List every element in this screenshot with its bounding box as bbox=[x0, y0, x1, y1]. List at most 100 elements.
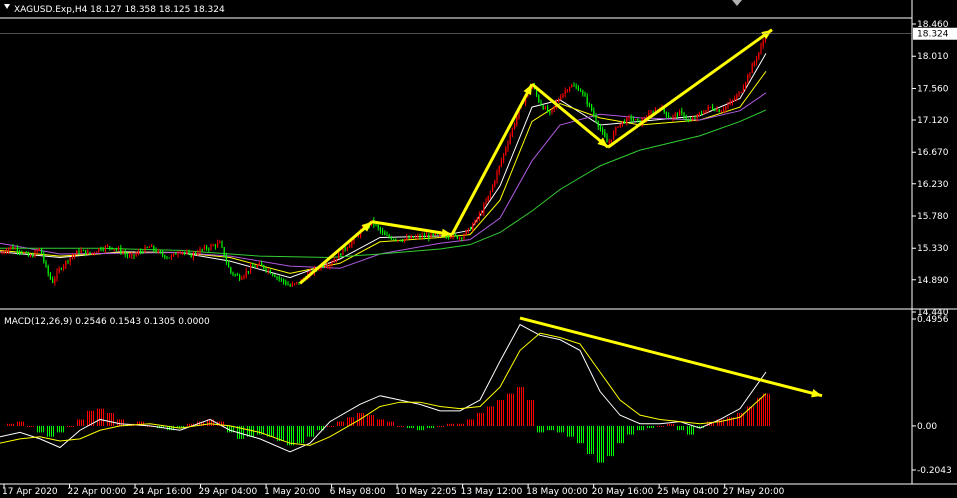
macd-bar bbox=[357, 412, 358, 426]
macd-bar bbox=[439, 425, 440, 427]
macd-bar bbox=[529, 400, 530, 426]
candle-body bbox=[562, 93, 564, 98]
candle-body bbox=[19, 251, 21, 253]
macd-bar bbox=[679, 425, 680, 431]
chart-canvas[interactable]: 18.46018.01017.56017.12016.67016.23015.7… bbox=[0, 0, 957, 498]
candle-body bbox=[146, 247, 148, 249]
candle-body bbox=[430, 233, 432, 238]
candle-body bbox=[701, 113, 703, 115]
candle-body bbox=[30, 255, 32, 257]
candle-body bbox=[206, 246, 208, 249]
macd-bar bbox=[293, 425, 294, 446]
macd-bar bbox=[481, 412, 482, 426]
macd-bar bbox=[121, 419, 122, 426]
candle-body bbox=[445, 236, 447, 238]
candle-body bbox=[670, 117, 672, 119]
candle-body bbox=[694, 118, 696, 120]
candle-body bbox=[448, 236, 450, 238]
macd-bar bbox=[309, 425, 310, 437]
macd-bar bbox=[517, 387, 518, 426]
candle-body bbox=[203, 246, 205, 250]
macd-bar bbox=[273, 425, 274, 437]
candle-body bbox=[762, 41, 764, 46]
candle-body bbox=[294, 283, 296, 285]
candle-body bbox=[137, 251, 139, 254]
candle-body bbox=[113, 249, 115, 251]
time-tick-label: 22 Apr 00:00 bbox=[68, 487, 127, 497]
candle-body bbox=[162, 252, 164, 256]
macd-bar bbox=[477, 412, 478, 426]
macd-bar bbox=[457, 423, 458, 426]
macd-bar bbox=[611, 425, 612, 457]
macd-tick-label: 0.4956 bbox=[917, 315, 949, 325]
candle-body bbox=[481, 212, 483, 215]
macd-bar bbox=[593, 425, 594, 454]
macd-bar bbox=[387, 421, 388, 426]
price-pane[interactable] bbox=[0, 0, 957, 485]
macd-bar bbox=[557, 425, 558, 433]
candle-body bbox=[232, 272, 234, 275]
macd-bar bbox=[499, 400, 500, 426]
macd-histogram bbox=[7, 387, 770, 463]
candle-body bbox=[173, 253, 175, 256]
macd-bar bbox=[213, 419, 214, 426]
macd-bar bbox=[397, 425, 398, 427]
candle-body bbox=[720, 111, 722, 113]
macd-bar bbox=[49, 425, 50, 437]
candle-body bbox=[245, 271, 247, 276]
candle-body bbox=[564, 90, 566, 94]
macd-bar bbox=[447, 423, 448, 426]
candle-body bbox=[615, 127, 617, 133]
macd-bar bbox=[23, 421, 24, 426]
macd-bar bbox=[467, 419, 468, 426]
candle-body bbox=[164, 255, 166, 258]
trend-arrow bbox=[607, 28, 773, 149]
macd-bar bbox=[39, 425, 40, 433]
macd-bar bbox=[603, 425, 604, 463]
macd-bar bbox=[613, 425, 614, 457]
candle-body bbox=[93, 252, 95, 254]
candle-body bbox=[582, 91, 584, 94]
macd-bar bbox=[601, 425, 602, 463]
price-tick-label: 16.230 bbox=[917, 180, 949, 190]
candle-body bbox=[516, 116, 518, 124]
time-tick-label: 20 May 16:00 bbox=[592, 487, 654, 497]
candle-body bbox=[100, 248, 102, 250]
candle-body bbox=[274, 275, 276, 277]
macd-bar bbox=[381, 419, 382, 426]
macd-bar bbox=[669, 423, 670, 426]
candle-body bbox=[36, 250, 38, 252]
candle-body bbox=[674, 113, 676, 116]
macd-bar bbox=[187, 423, 188, 426]
macd-bar bbox=[627, 425, 628, 435]
candle-body bbox=[386, 235, 388, 237]
candle-body bbox=[91, 252, 93, 254]
trend-arrow bbox=[371, 220, 453, 237]
macd-bar bbox=[81, 419, 82, 426]
macd-main-line bbox=[0, 323, 767, 453]
candle-body bbox=[278, 277, 280, 279]
macd-bar bbox=[453, 423, 454, 426]
macd-bar bbox=[761, 397, 762, 426]
candle-body bbox=[474, 219, 476, 225]
macd-bar bbox=[537, 425, 538, 433]
candle-body bbox=[71, 256, 73, 258]
candle-body bbox=[135, 253, 137, 256]
candle-body bbox=[10, 246, 12, 249]
candle-body bbox=[283, 279, 285, 282]
macd-bar bbox=[21, 421, 22, 426]
candle-body bbox=[140, 251, 142, 253]
macd-info-label: MACD(12,26,9) 0.2546 0.1543 0.1305 0.000… bbox=[4, 317, 210, 327]
candle-body bbox=[496, 172, 498, 181]
macd-bar bbox=[371, 415, 372, 426]
price-tick-label: 17.560 bbox=[917, 84, 949, 94]
macd-bar bbox=[573, 425, 574, 437]
candle-body bbox=[21, 251, 23, 254]
macd-bar bbox=[637, 425, 638, 431]
candle-body bbox=[144, 247, 146, 253]
candle-body bbox=[382, 230, 384, 233]
candle-body bbox=[593, 110, 595, 116]
candle-body bbox=[65, 261, 67, 266]
macd-bar bbox=[501, 400, 502, 426]
candle-body bbox=[553, 105, 555, 109]
